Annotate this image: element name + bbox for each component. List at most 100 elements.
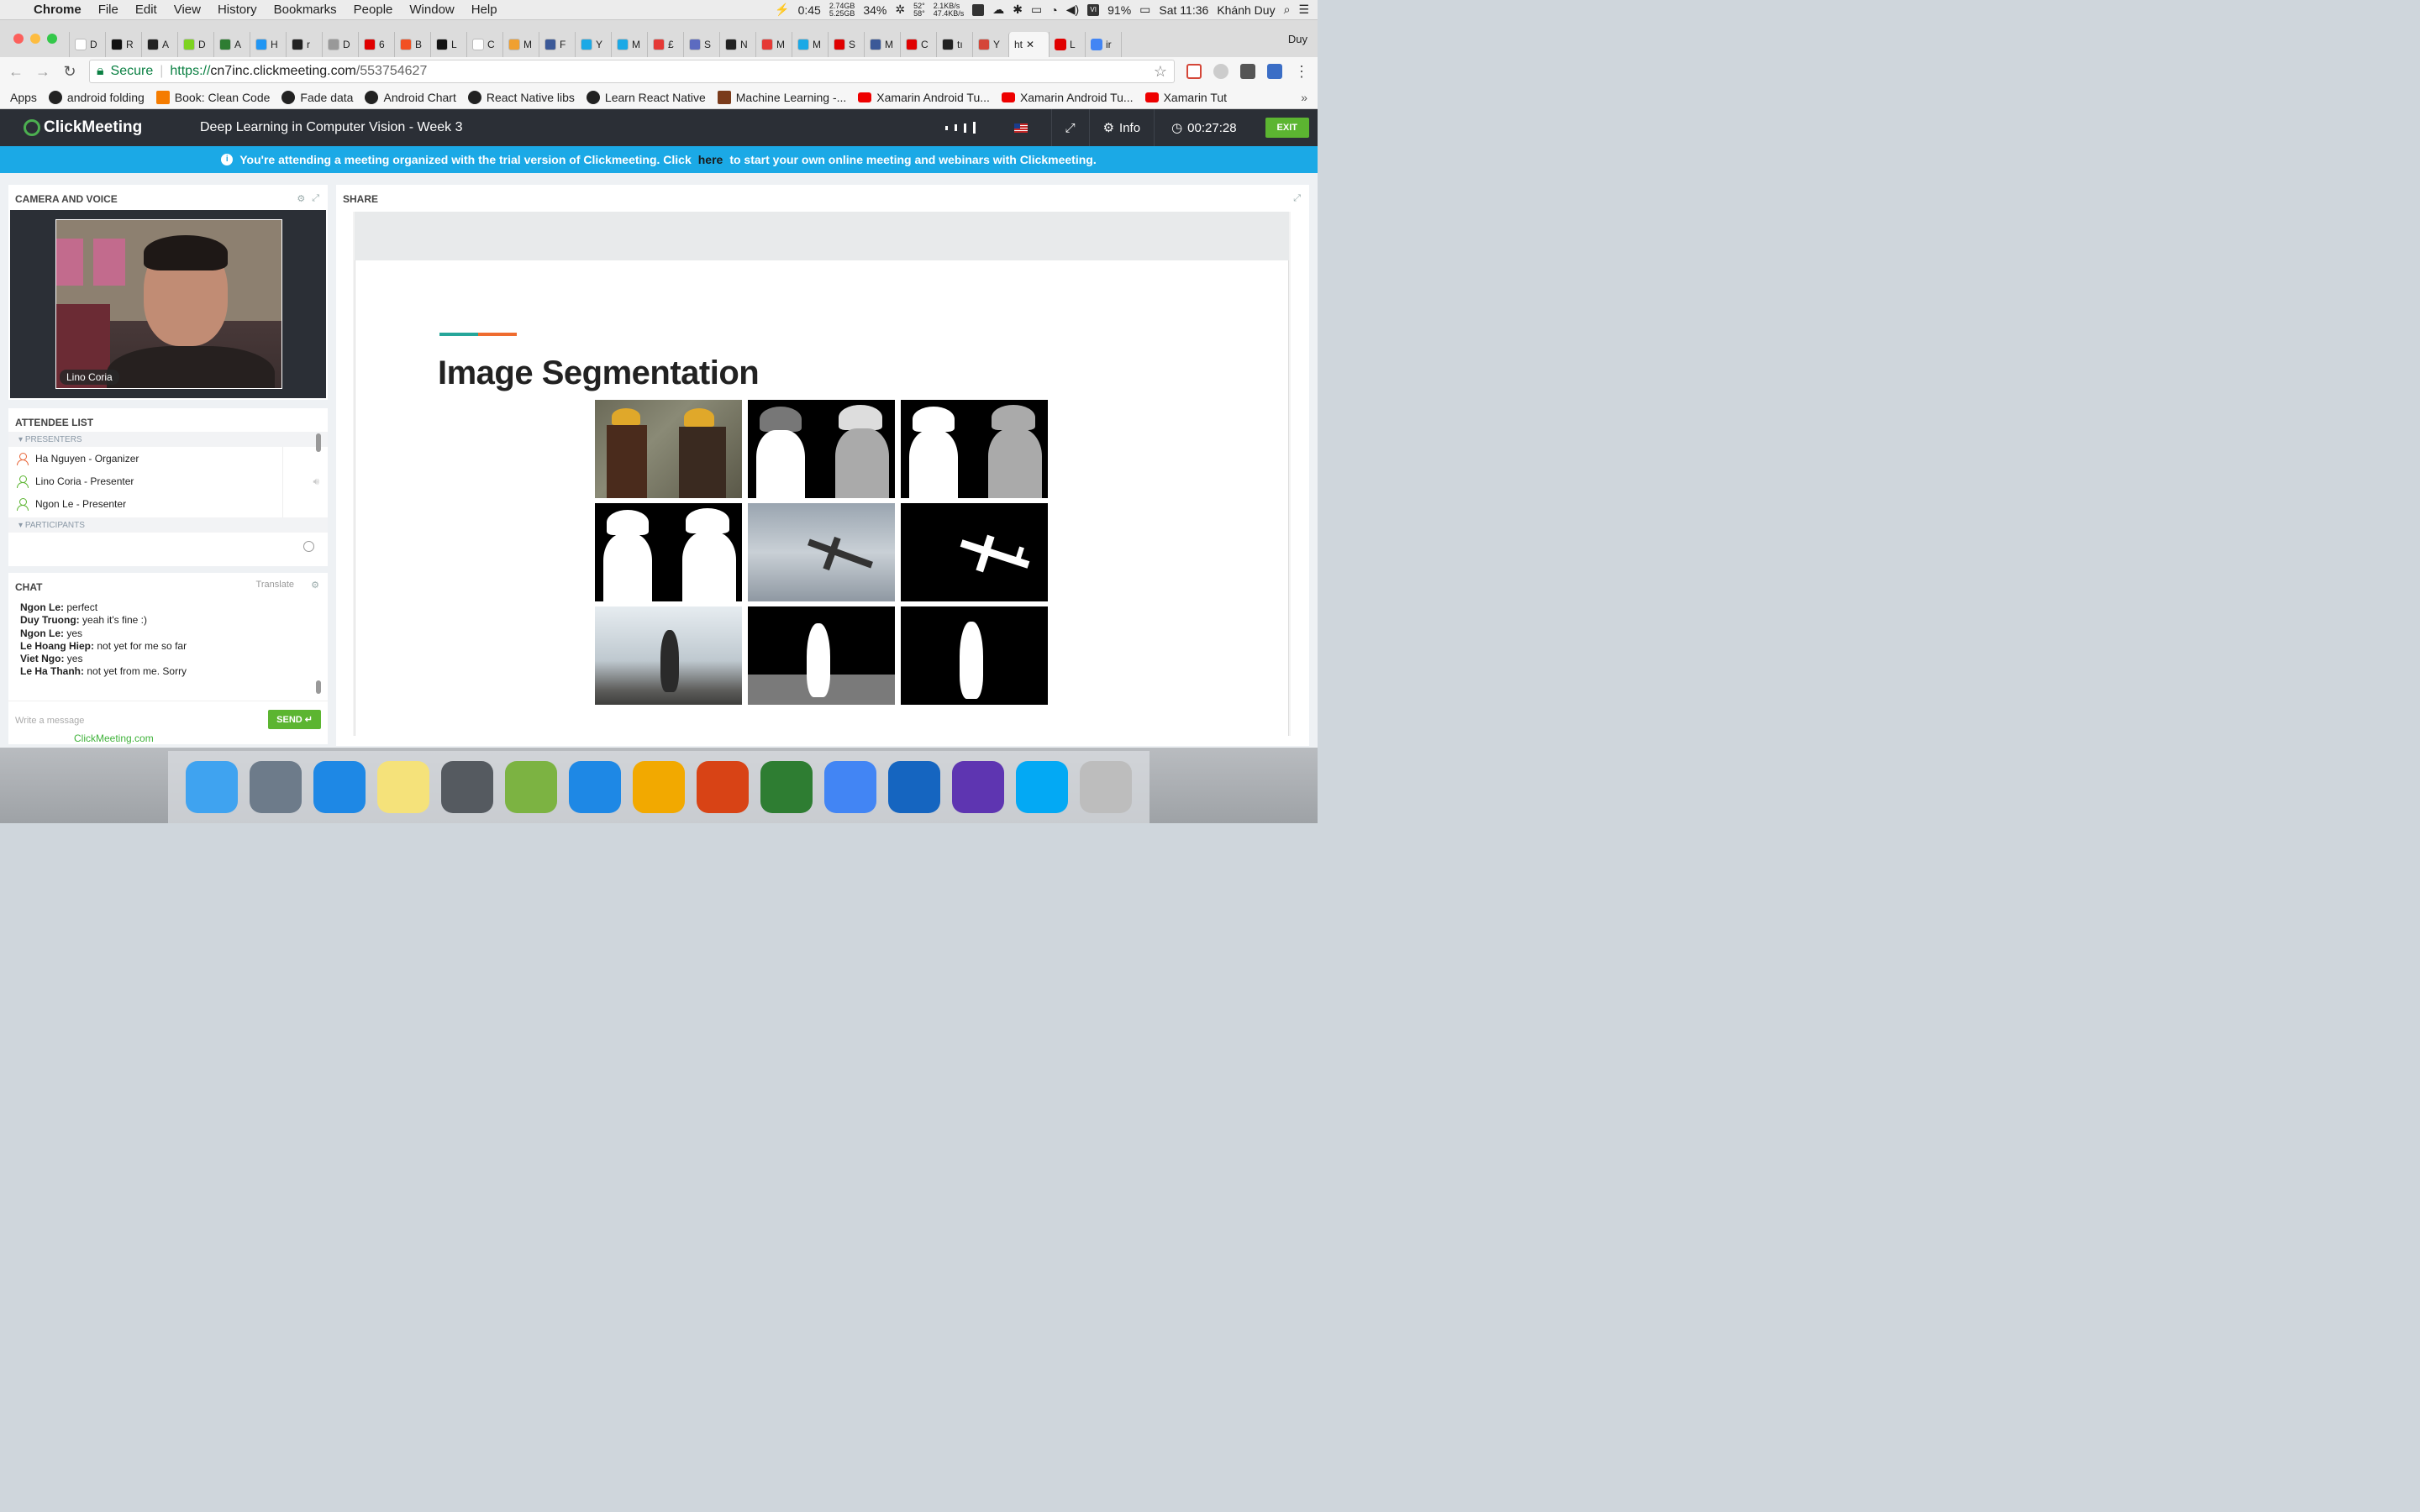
bookmark-item[interactable]: Android Chart — [365, 90, 456, 104]
tab-active[interactable]: ht ✕ — [1008, 32, 1049, 57]
fan-icon[interactable]: ✲ — [895, 3, 905, 17]
bulb-extension-icon[interactable] — [1240, 64, 1255, 79]
zoom-window-button[interactable] — [47, 34, 57, 44]
bookmark-item[interactable]: Learn React Native — [586, 90, 706, 104]
browser-tab[interactable]: A — [213, 32, 250, 57]
browser-tab[interactable]: N — [719, 32, 755, 57]
browser-tab[interactable]: M — [502, 32, 539, 57]
browser-tab[interactable]: £ — [647, 32, 683, 57]
skype-icon[interactable] — [1016, 761, 1068, 813]
visual-studio-icon[interactable] — [952, 761, 1004, 813]
browser-tab[interactable]: L — [1049, 32, 1085, 57]
browser-tab[interactable]: Y — [575, 32, 611, 57]
itunes-icon[interactable] — [313, 761, 366, 813]
menu-history[interactable]: History — [218, 3, 257, 17]
browser-tab[interactable]: D — [177, 32, 213, 57]
menubar-timer[interactable]: 0:45 — [798, 3, 821, 17]
close-tab-icon[interactable]: ✕ — [1026, 39, 1034, 50]
menu-people[interactable]: People — [354, 3, 393, 17]
bookmark-item[interactable]: React Native libs — [467, 90, 575, 104]
android-studio-icon[interactable] — [505, 761, 557, 813]
sketch-icon[interactable] — [633, 761, 685, 813]
browser-tab[interactable]: M — [755, 32, 792, 57]
share-expand-icon[interactable]: ⤢ — [1293, 193, 1301, 204]
chrome-menu-icon[interactable]: ⋮ — [1294, 63, 1309, 81]
bookmark-item[interactable]: Xamarin Tut — [1144, 91, 1227, 104]
clickmeeting-logo[interactable]: ClickMeeting — [0, 118, 176, 137]
bookmark-item[interactable]: Xamarin Android Tu... — [858, 91, 990, 104]
bookmark-item[interactable]: android folding — [48, 90, 145, 104]
d-extension-icon[interactable] — [1267, 64, 1282, 79]
attendee-row[interactable]: Ngon Le - Presenter — [8, 492, 282, 515]
chat-scrollbar[interactable] — [316, 680, 321, 694]
back-arrow-icon[interactable]: ← — [8, 63, 24, 81]
parallels-icon[interactable] — [697, 761, 749, 813]
camera-settings-icon[interactable]: ⚙ — [297, 193, 305, 204]
bookmark-item[interactable]: Machine Learning -... — [717, 90, 846, 104]
memory-readout[interactable]: 2.74GB 5.25GB — [829, 2, 855, 18]
send-button[interactable]: SEND ↵ — [268, 710, 321, 729]
forward-arrow-icon[interactable]: → — [35, 63, 50, 81]
disk-icon[interactable] — [972, 3, 985, 16]
fullscreen-icon[interactable]: ⤢ — [1050, 109, 1089, 146]
browser-tab[interactable]: F — [539, 32, 575, 57]
secure-lock-icon[interactable]: 🔒︎ — [97, 64, 104, 79]
browser-tab[interactable]: M — [792, 32, 828, 57]
spotlight-search-icon[interactable]: ⌕ — [1284, 3, 1291, 17]
timer-icon[interactable]: ⚡ — [775, 3, 789, 17]
browser-tab[interactable]: Y — [972, 32, 1008, 57]
new-tab-button[interactable] — [1121, 32, 1155, 57]
more-bookmarks-chevron-icon[interactable]: » — [1301, 91, 1307, 104]
browser-tab[interactable]: H — [250, 32, 286, 57]
participants-group-header[interactable]: ▾ PARTICIPANTS — [8, 517, 328, 533]
menu-file[interactable]: File — [98, 3, 118, 17]
network-readout[interactable]: 2.1KB/s 47.4KB/s — [934, 2, 965, 18]
chat-settings-icon[interactable]: ⚙ — [311, 580, 319, 591]
volume-icon[interactable]: ◀) — [1066, 3, 1079, 17]
finder-icon[interactable] — [186, 761, 238, 813]
browser-tab[interactable]: M — [611, 32, 647, 57]
close-window-button[interactable] — [13, 34, 24, 44]
bookmark-star-icon[interactable]: ☆ — [1154, 63, 1167, 81]
notification-center-icon[interactable]: ☰ — [1298, 3, 1309, 17]
profile-button[interactable]: Duy — [1288, 33, 1318, 45]
battery-icon[interactable]: ▭ — [1139, 3, 1150, 17]
emoji-smile-icon[interactable] — [303, 541, 314, 552]
xcode-icon[interactable] — [569, 761, 621, 813]
bookmark-item[interactable]: Apps — [10, 91, 253, 239]
browser-tab[interactable]: C — [900, 32, 936, 57]
gmail-extension-icon[interactable] — [1186, 64, 1202, 79]
browser-tab[interactable]: ir — [1085, 32, 1121, 57]
browser-tab[interactable]: M — [864, 32, 900, 57]
translate-button[interactable]: Translate — [256, 580, 294, 590]
bluetooth-icon[interactable]: ✱ — [1013, 3, 1023, 17]
menu-bookmarks[interactable]: Bookmarks — [274, 3, 337, 17]
presenter-video[interactable]: Lino Coria — [55, 219, 282, 389]
browser-tab[interactable]: R — [105, 32, 141, 57]
cloud-icon[interactable]: ☁ — [992, 3, 1004, 17]
battery-percent[interactable]: 91% — [1107, 3, 1131, 17]
menu-help[interactable]: Help — [471, 3, 497, 17]
browser-tab[interactable]: r — [286, 32, 322, 57]
language-flag-icon[interactable] — [991, 109, 1051, 146]
browser-tab[interactable]: L — [430, 32, 466, 57]
menubar-user[interactable]: Khánh Duy — [1217, 3, 1275, 17]
launchpad-icon[interactable] — [250, 761, 302, 813]
bookmark-item[interactable]: Book: Clean Code — [155, 90, 270, 104]
menu-edit[interactable]: Edit — [135, 3, 157, 17]
browser-tab[interactable]: 6 — [358, 32, 394, 57]
address-bar[interactable]: 🔒︎ Secure | https:// cn7inc.clickmeeting… — [89, 60, 1175, 83]
pin-app-icon[interactable] — [888, 761, 940, 813]
input-source-icon[interactable]: VI — [1087, 3, 1100, 16]
minimize-window-button[interactable] — [30, 34, 40, 44]
browser-tab[interactable]: A — [141, 32, 177, 57]
chrome-icon[interactable] — [824, 761, 876, 813]
browser-tab[interactable]: B — [394, 32, 430, 57]
notes-icon[interactable] — [377, 761, 429, 813]
chat-message-input[interactable] — [15, 711, 250, 730]
browser-tab[interactable]: S — [683, 32, 719, 57]
airplay-icon[interactable]: ▭ — [1031, 3, 1042, 17]
signal-strength-icon[interactable] — [932, 109, 991, 146]
attendee-scrollbar[interactable] — [316, 433, 321, 452]
camera-expand-icon[interactable]: ⤢ — [312, 193, 319, 204]
